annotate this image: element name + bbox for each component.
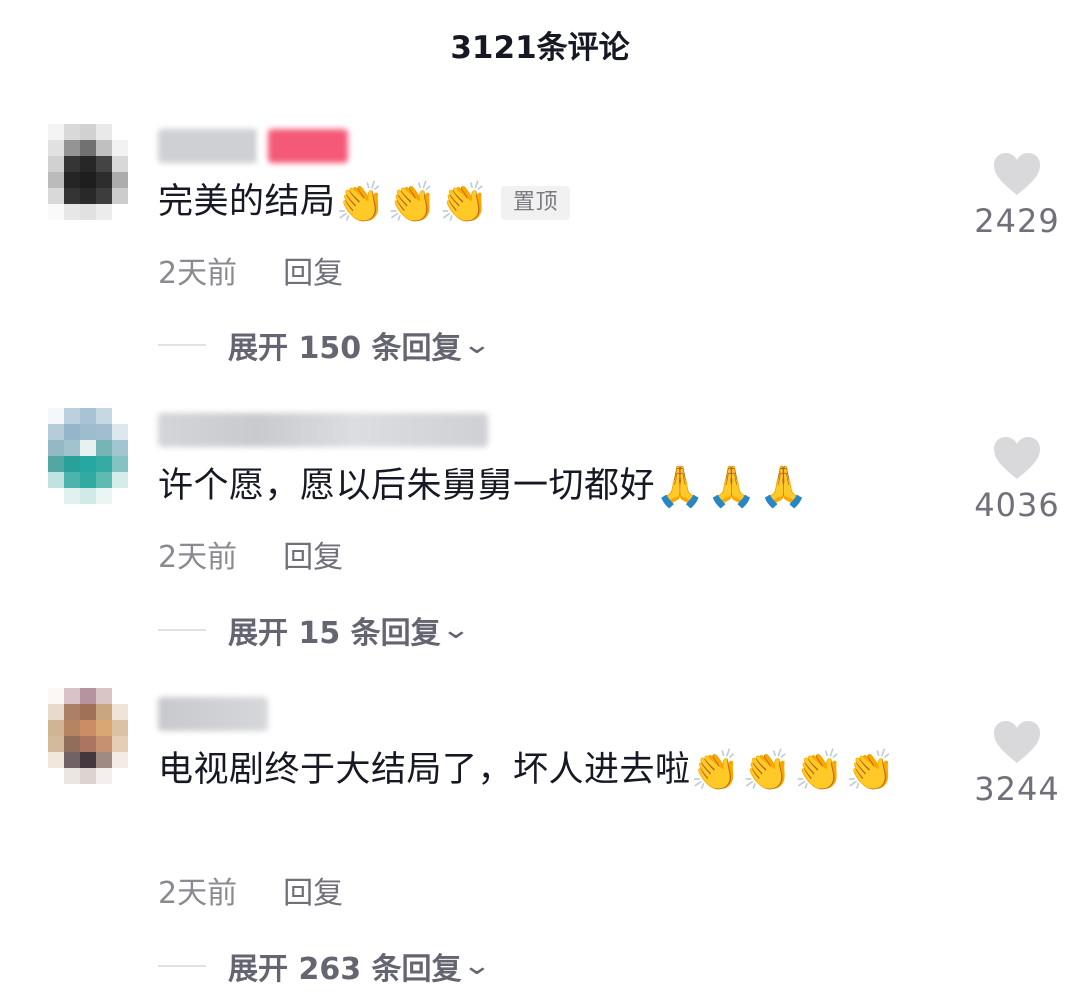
clapping-hands-emoji: 👏👏👏	[335, 180, 491, 226]
like-button[interactable]: 4036	[962, 436, 1072, 524]
divider-line	[158, 629, 206, 631]
reply-button[interactable]: 回复	[283, 868, 343, 912]
divider-line	[158, 965, 206, 967]
comment-body: 许个愿，愿以后朱舅舅一切都好	[158, 466, 656, 506]
comment-time: 2天前	[158, 256, 238, 291]
avatar[interactable]	[48, 688, 128, 788]
like-count: 3244	[974, 770, 1060, 808]
avatar[interactable]	[48, 408, 128, 508]
comment-text: 完美的结局👏👏👏 置顶	[158, 174, 938, 230]
like-button[interactable]: 2429	[962, 152, 1072, 240]
username-blurred[interactable]	[158, 410, 488, 450]
chevron-down-icon: ⌄	[440, 615, 471, 645]
comment-body: 完美的结局	[158, 182, 336, 222]
comment-time: 2天前	[158, 876, 238, 911]
username-blurred[interactable]	[158, 694, 268, 734]
divider-line	[158, 344, 206, 346]
chevron-down-icon: ⌄	[461, 330, 492, 360]
expand-replies-label: 展开 263 条回复	[228, 952, 462, 987]
folded-hands-emoji: 🙏🙏🙏	[655, 464, 811, 510]
reply-button[interactable]: 回复	[283, 248, 343, 292]
comment-body: 电视剧终于大结局了，坏人进去啦	[158, 750, 691, 790]
like-count: 2429	[974, 202, 1060, 240]
comment-text: 电视剧终于大结局了，坏人进去啦👏👏👏👏	[158, 742, 938, 798]
comment-time: 2天前	[158, 540, 238, 575]
heart-icon[interactable]	[962, 436, 1072, 480]
heart-icon[interactable]	[962, 152, 1072, 196]
avatar[interactable]	[48, 124, 128, 224]
reply-button[interactable]: 回复	[283, 532, 343, 576]
expand-replies-button[interactable]: 展开 263 条回复 ⌄	[158, 944, 492, 988]
username-blurred[interactable]	[158, 126, 348, 166]
expand-replies-button[interactable]: 展开 15 条回复 ⌄	[158, 608, 471, 652]
chevron-down-icon: ⌄	[461, 951, 492, 981]
pinned-badge: 置顶	[500, 186, 570, 220]
like-count: 4036	[974, 486, 1060, 524]
expand-replies-label: 展开 150 条回复	[228, 331, 462, 366]
comment-text: 许个愿，愿以后朱舅舅一切都好🙏🙏🙏	[158, 458, 938, 514]
clapping-hands-emoji: 👏👏👏👏	[690, 748, 898, 794]
like-button[interactable]: 3244	[962, 720, 1072, 808]
heart-icon[interactable]	[962, 720, 1072, 764]
expand-replies-label: 展开 15 条回复	[228, 616, 441, 651]
expand-replies-button[interactable]: 展开 150 条回复 ⌄	[158, 323, 492, 367]
comments-count-title: 3121条评论	[450, 30, 630, 66]
